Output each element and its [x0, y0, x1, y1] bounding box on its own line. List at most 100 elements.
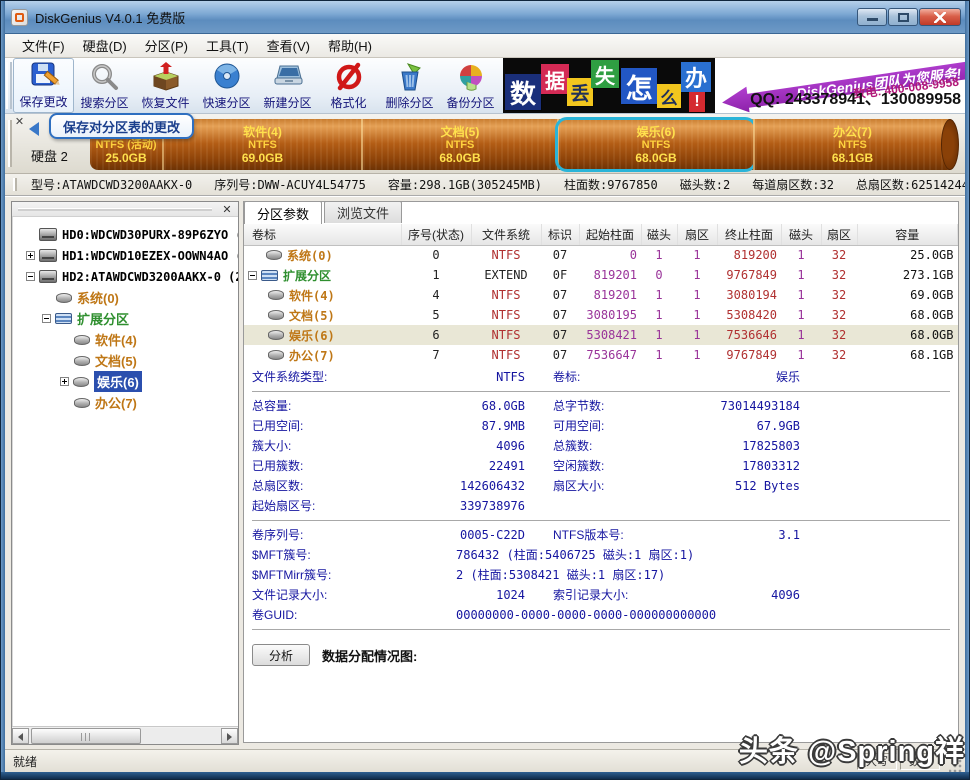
col-header-end-cylinder[interactable]: 终止柱面	[717, 224, 781, 245]
splitter-handle[interactable]	[18, 208, 212, 211]
partition-icon	[266, 250, 282, 260]
title-bar: DiskGenius V4.0.1 免费版	[1, 1, 970, 34]
partition-segment-office[interactable]: 办公(7) NTFS 68.1GB	[753, 119, 950, 170]
tree-item-entertainment[interactable]: 娱乐(6)	[12, 371, 238, 392]
tree-item-hd1[interactable]: HD1:WDCWD10EZEX-OOWN4AO (9	[12, 245, 238, 266]
disk-tree-panel: ✕ HD0:WDCWD30PURX-89P6ZYO (2 HD1:WDCWD10…	[11, 201, 239, 745]
partition-segment-documents[interactable]: 文档(5) NTFS 68.0GB	[361, 119, 557, 170]
table-row-software[interactable]: 软件(4) 4 NTFS 07 819201 1 1 3080194 1 32 …	[244, 285, 958, 305]
save-changes-button[interactable]: 保存更改	[13, 58, 74, 113]
col-header-capacity[interactable]: 容量	[857, 224, 958, 245]
ad-tile: 数	[505, 74, 541, 110]
tree-item-extended[interactable]: 扩展分区	[12, 308, 238, 329]
table-row-office[interactable]: 办公(7) 7 NTFS 07 7536647 1 1 9767849 1 32…	[244, 345, 958, 365]
quick-partition-icon	[211, 62, 243, 92]
table-row-documents[interactable]: 文档(5) 5 NTFS 07 3080195 1 1 5308420 1 32…	[244, 305, 958, 325]
tree-item-office[interactable]: 办公(7)	[12, 392, 238, 413]
menu-view[interactable]: 查看(V)	[258, 33, 319, 58]
menu-file[interactable]: 文件(F)	[13, 33, 74, 58]
table-row-system[interactable]: 系统(0) 0 NTFS 07 0 1 1 819200 1 32 25.0GB	[244, 245, 958, 265]
detail-row: 总扇区数:142606432 扇区大小:512 Bytes	[244, 476, 958, 496]
partition-name: 娱乐(6)	[637, 125, 676, 139]
tree-item-label: HD2:ATAWDCWD3200AAKX-0 (29	[62, 270, 238, 284]
ad-tile: 办	[681, 62, 711, 92]
tab-partition-parameters[interactable]: 分区参数	[244, 201, 322, 224]
partition-detail-panel: 分区参数 浏览文件 卷标 序号(状态) 文件系统 标识	[243, 201, 959, 743]
menu-help[interactable]: 帮助(H)	[319, 33, 381, 58]
partition-icon	[73, 377, 89, 387]
scrollbar-track[interactable]	[29, 728, 221, 744]
tree-item-software[interactable]: 软件(4)	[12, 329, 238, 350]
table-row-entertainment-selected[interactable]: 娱乐(6) 6 NTFS 07 5308421 1 1 7536646 1 32…	[244, 325, 958, 345]
scroll-left-arrow[interactable]	[12, 728, 29, 744]
delete-partition-button[interactable]: 删除分区	[379, 58, 440, 113]
toolbar: 保存更改 搜索分区 恢复文件 快速分区 新建分区	[5, 58, 965, 114]
col-header-start-cylinder[interactable]: 起始柱面	[579, 224, 641, 245]
partition-name: 软件(4)	[243, 125, 282, 139]
disk-icon	[39, 228, 57, 241]
ad-tiles-graphic: 数 据 丢 失 怎 么 办 !	[503, 58, 715, 113]
partition-icon	[268, 330, 284, 340]
expander-plus-icon[interactable]	[60, 377, 69, 386]
partition-segment-entertainment[interactable]: 娱乐(6) NTFS 68.0GB	[557, 119, 753, 170]
col-header-head[interactable]: 磁头	[641, 224, 677, 245]
expander-minus-icon[interactable]	[26, 272, 35, 281]
partition-icon	[74, 335, 90, 345]
expander-minus-icon[interactable]	[248, 271, 257, 280]
partition-size: 68.0GB	[635, 151, 676, 165]
scrollbar-thumb[interactable]	[31, 728, 141, 744]
ad-tile: !	[689, 92, 705, 112]
new-partition-button[interactable]: 新建分区	[257, 58, 318, 113]
quick-partition-button[interactable]: 快速分区	[196, 58, 257, 113]
watermark: 头条 @Spring祥	[739, 728, 965, 770]
menu-disk[interactable]: 硬盘(D)	[74, 33, 136, 58]
tree-item-hd0[interactable]: HD0:WDCWD30PURX-89P6ZYO (2	[12, 224, 238, 245]
disk-info-total-sectors: 总扇区数:625142448	[856, 176, 970, 193]
tree-item-label: 文档(5)	[95, 351, 137, 370]
maximize-button[interactable]	[888, 8, 918, 26]
panel-close-icon[interactable]: ✕	[13, 117, 26, 130]
col-header-sector[interactable]: 扇区	[677, 224, 717, 245]
col-header-id[interactable]: 标识	[541, 224, 579, 245]
col-header-sector2[interactable]: 扇区	[821, 224, 857, 245]
collapse-arrow-icon[interactable]	[29, 122, 39, 136]
diskgenius-window: DiskGenius V4.0.1 免费版 文件(F) 硬盘(D) 分区(P) …	[0, 0, 970, 780]
window-frame-right	[965, 1, 969, 779]
tree-item-documents[interactable]: 文档(5)	[12, 350, 238, 371]
disk-info-sectors-per-track: 每道扇区数:32	[752, 176, 834, 193]
col-header-filesystem[interactable]: 文件系统	[471, 224, 541, 245]
window-frame-bottom	[1, 772, 969, 779]
disk-info-bar: 型号:ATAWDCWD3200AAKX-0 序列号:DWW-ACUY4L5477…	[5, 174, 965, 197]
tab-strip: 分区参数 浏览文件	[244, 201, 404, 223]
menu-tools[interactable]: 工具(T)	[197, 33, 258, 58]
recover-files-button[interactable]: 恢复文件	[135, 58, 196, 113]
menu-partition[interactable]: 分区(P)	[136, 33, 197, 58]
scroll-right-arrow[interactable]	[221, 728, 238, 744]
close-button[interactable]	[919, 8, 961, 26]
partition-fs: NTFS	[446, 139, 475, 151]
format-button[interactable]: 格式化	[318, 58, 379, 113]
ad-banner[interactable]: 数 据 丢 失 怎 么 办 ! DiskGenius团队为您服务! 致电: 40…	[503, 58, 965, 113]
col-header-head2[interactable]: 磁头	[781, 224, 821, 245]
menu-bar: 文件(F) 硬盘(D) 分区(P) 工具(T) 查看(V) 帮助(H)	[5, 34, 965, 58]
tree-horizontal-scrollbar[interactable]	[12, 726, 238, 744]
partition-icon	[74, 398, 90, 408]
expander-minus-icon[interactable]	[42, 314, 51, 323]
tree-item-hd2[interactable]: HD2:ATAWDCWD3200AAKX-0 (29	[12, 266, 238, 287]
tree-close-icon[interactable]: ✕	[220, 203, 234, 216]
minimize-button[interactable]	[857, 8, 887, 26]
detail-row: 起始扇区号:339738976	[244, 496, 958, 516]
toolbar-button-label: 保存更改	[19, 93, 67, 110]
search-partition-button[interactable]: 搜索分区	[74, 58, 135, 113]
partition-table-area: 卷标 序号(状态) 文件系统 标识 起始柱面 磁头 扇区 终止柱面 磁头 扇区 …	[244, 224, 958, 365]
tree-item-system[interactable]: 系统(0)	[12, 287, 238, 308]
col-header-volume[interactable]: 卷标	[244, 224, 401, 245]
expander-plus-icon[interactable]	[26, 251, 35, 260]
backup-partition-button[interactable]: 备份分区	[440, 58, 501, 113]
table-row-extended[interactable]: 扩展分区 1 EXTEND 0F 819201 0 1 9767849 1 32…	[244, 265, 958, 285]
col-header-number[interactable]: 序号(状态)	[401, 224, 471, 245]
extended-partition-icon	[261, 270, 278, 281]
extended-partition-icon	[55, 313, 72, 324]
analyze-button[interactable]: 分析	[252, 644, 310, 666]
tab-browse-files[interactable]: 浏览文件	[324, 201, 402, 223]
